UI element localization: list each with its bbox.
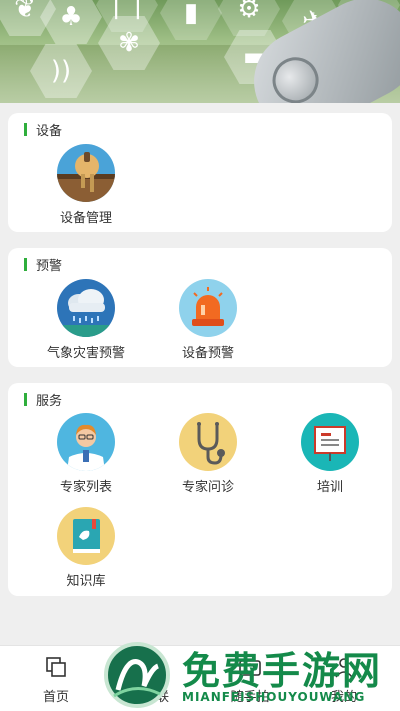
doctor-icon [57, 413, 115, 471]
item-label: 专家列表 [59, 480, 112, 495]
connect-icon [106, 654, 206, 680]
tab-label: 随手拍 [230, 690, 270, 705]
soil-sensor-icon [57, 144, 115, 202]
tab-connect[interactable]: 互联 [106, 654, 206, 705]
header-banner: ❦ ♣ ❘❘ ✾ ▮ )) ⚙ ✈ ◉ ▬ [0, 0, 400, 103]
section-accent-bar [24, 392, 27, 406]
bottom-tab-bar: 首页 互联 随手拍 我的 [0, 645, 400, 711]
section-title: 服务 [24, 391, 63, 409]
tab-label: 我的 [330, 690, 357, 705]
expert-list-button[interactable]: 专家列表 [26, 413, 146, 495]
section-title: 预警 [24, 256, 63, 274]
rain-cloud-icon [57, 279, 115, 337]
tab-home[interactable]: 首页 [6, 654, 106, 705]
expert-consultation-button[interactable]: 专家问诊 [148, 413, 268, 495]
tab-label: 互联 [142, 690, 169, 705]
sprout-hex-icon: ♣ [40, 0, 102, 44]
section-title-text: 设备 [36, 123, 63, 139]
section-title: 设备 [24, 121, 63, 139]
user-icon [294, 654, 394, 680]
alarm-light-icon [179, 279, 237, 337]
item-label: 设备预警 [181, 346, 234, 361]
stethoscope-icon [179, 413, 237, 471]
thermometer-hex-icon: ▮ [160, 0, 222, 40]
section-accent-bar [24, 122, 27, 136]
camera-icon [200, 654, 300, 680]
tab-label: 首页 [42, 690, 69, 705]
tab-profile[interactable]: 我的 [294, 654, 394, 705]
item-label: 专家问诊 [181, 480, 234, 495]
item-label: 培训 [316, 480, 343, 495]
item-label: 设备管理 [59, 211, 112, 226]
section-title-text: 预警 [36, 258, 63, 274]
item-label: 知识库 [66, 574, 106, 589]
section-accent-bar [24, 257, 27, 271]
presentation-board-icon [301, 413, 359, 471]
section-title-text: 服务 [36, 393, 63, 409]
home-squares-icon [6, 654, 106, 680]
service-section: 服务 专家列表 专家问诊 培训 知识库 [8, 383, 392, 596]
device-section: 设备 设备管理 [8, 113, 392, 232]
knowledge-base-button[interactable]: 知识库 [26, 507, 146, 589]
warning-section: 预警 气象灾害预警 设备预警 [8, 248, 392, 367]
book-icon [57, 507, 115, 565]
tab-snapshot[interactable]: 随手拍 [200, 654, 300, 705]
device-management-button[interactable]: 设备管理 [26, 144, 146, 226]
training-button[interactable]: 培训 [270, 413, 390, 495]
item-label: 气象灾害预警 [46, 346, 125, 361]
device-warning-button[interactable]: 设备预警 [148, 279, 268, 361]
weather-warning-button[interactable]: 气象灾害预警 [26, 279, 146, 361]
